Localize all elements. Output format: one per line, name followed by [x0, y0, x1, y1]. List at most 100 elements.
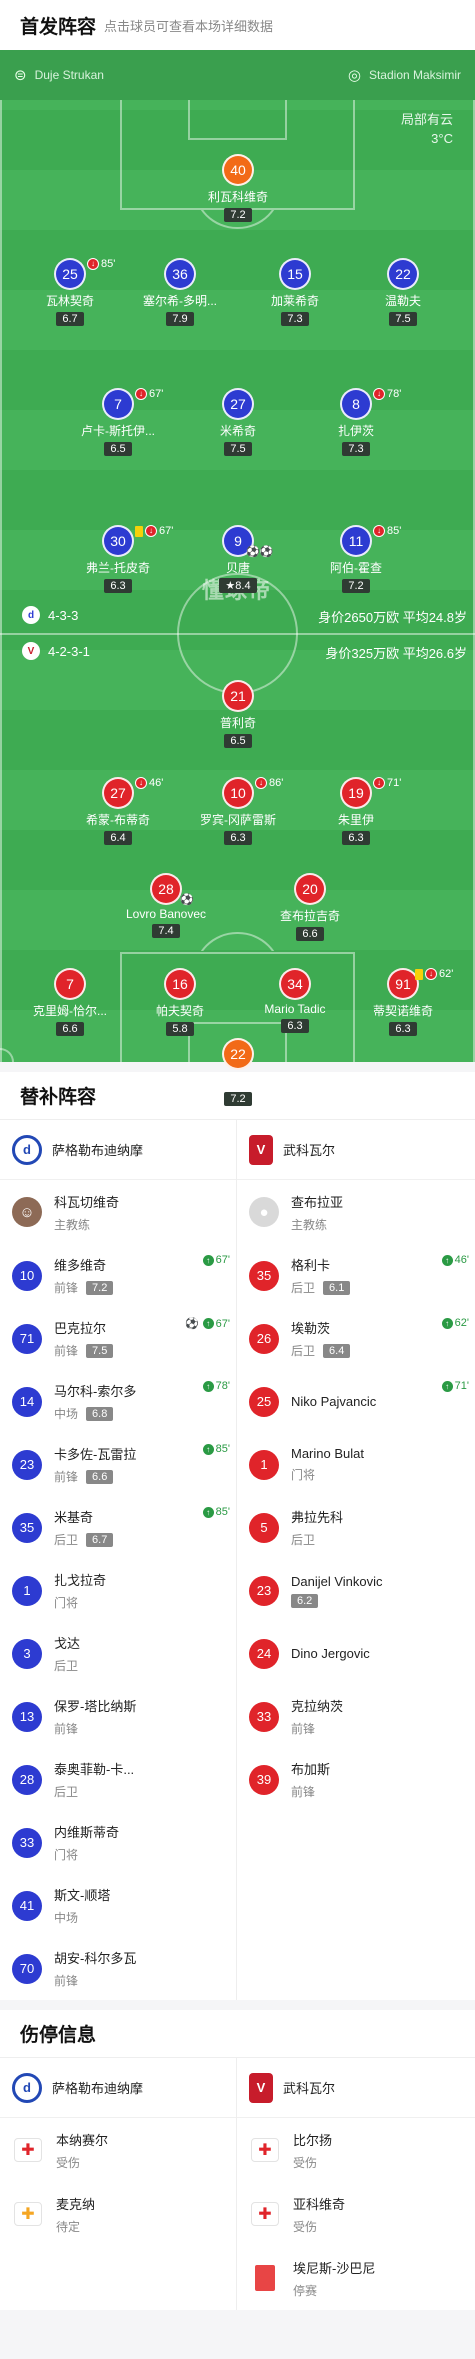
player-rating: 6.4: [104, 831, 132, 845]
away-player[interactable]: 21 普利奇 6.5: [188, 680, 288, 749]
sub-player[interactable]: 35 格利卡 后卫 6.1 ↑ 46': [237, 1244, 475, 1307]
player-rating: 7.2: [224, 208, 252, 222]
sub-player[interactable]: 10 维多维奇 前锋 7.2 ↑ 67': [0, 1244, 236, 1307]
sub-player[interactable]: 26 埃勒茨 后卫 6.4 ↑ 62': [237, 1307, 475, 1370]
sub-player[interactable]: 39 布加斯 前锋: [237, 1748, 475, 1811]
home-player[interactable]: 22 温勒夫 7.5: [353, 258, 453, 327]
lineup-title: 首发阵容: [20, 16, 97, 38]
player-name: 帕夫契奇: [155, 1004, 204, 1018]
home-team-row[interactable]: d 萨格勒布迪纳摩: [0, 1120, 236, 1180]
injury-item[interactable]: ✚ 比尔扬 受伤: [237, 2118, 475, 2182]
sub-in-icon: ↑: [202, 1254, 214, 1266]
sub-player[interactable]: 5 弗拉先科 后卫: [237, 1496, 475, 1559]
away-crest-icon: V: [22, 642, 40, 660]
sub-in-time: ↑ 46': [441, 1254, 469, 1266]
home-team-row[interactable]: d 萨格勒布迪纳摩: [0, 2058, 236, 2118]
injury-item[interactable]: ✚ 麦克纳 待定: [0, 2182, 236, 2246]
sub-number: 1: [249, 1449, 279, 1480]
away-player[interactable]: 28 ⚽ Lovro Banovec 7.4: [116, 873, 216, 939]
sub-out-icon: ↓: [425, 968, 437, 980]
sub-player[interactable]: 33 克拉纳茨 前锋: [237, 1685, 475, 1748]
sub-player[interactable]: 28 泰奥菲勒-卡... 后卫: [0, 1748, 236, 1811]
sub-name: 布加斯: [291, 1762, 331, 1777]
sub-player[interactable]: 3 戈达 后卫: [0, 1622, 236, 1685]
home-player[interactable]: 15 加莱希奇 7.3: [245, 258, 345, 327]
sub-name: 卡多佐-瓦雷拉: [54, 1447, 137, 1462]
sub-player[interactable]: 35 米基奇 后卫 6.7 ↑ 85': [0, 1496, 236, 1559]
sub-player[interactable]: 14 马尔科-索尔多 中场 6.8 ↑ 78': [0, 1370, 236, 1433]
sub-info: Dino Jergovic: [291, 1646, 463, 1661]
injury-item[interactable]: ✚ 亚科维奇 受伤: [237, 2182, 475, 2246]
home-player[interactable]: 27 米希奇 7.5: [188, 388, 288, 457]
sub-out-icon: ↓: [373, 525, 385, 537]
away-player[interactable]: 91 ↓ 62' 蒂契诺维奇 6.3: [353, 968, 453, 1037]
sub-info: 胡安-科尔多瓦 前锋: [54, 1948, 224, 1989]
away-player[interactable]: 20 查布拉吉奇 6.6: [260, 873, 360, 942]
home-player[interactable]: 9 ⚽⚽ 贝唐 ★8.4: [188, 525, 288, 594]
sub-info: 扎戈拉奇 门将: [54, 1570, 224, 1611]
home-player[interactable]: 30 ↓ 67' 弗兰-托皮奇 6.3: [68, 525, 173, 594]
away-team-row[interactable]: V 武科瓦尔: [237, 2058, 475, 2118]
away-team-row[interactable]: V 武科瓦尔: [237, 1120, 475, 1180]
away-player[interactable]: 10 ↓ 86' 罗宾-冈萨雷斯 6.3: [188, 777, 288, 846]
sub-player[interactable]: 23 Danijel Vinkovic 6.2: [237, 1559, 475, 1622]
away-player[interactable]: 16 帕夫契奇 5.8: [130, 968, 230, 1037]
sub-player[interactable]: 25 Niko Pajvancic ↑ 71': [237, 1370, 475, 1433]
sub-position: 后卫: [54, 1533, 79, 1547]
sub-player[interactable]: 41 斯文-顺塔 中场: [0, 1874, 236, 1937]
away-player[interactable]: 22 平托尔 7.2: [188, 1038, 288, 1107]
player-name: 瓦林契奇: [45, 294, 94, 308]
sub-name: 克拉纳茨: [291, 1699, 344, 1714]
home-player[interactable]: 11 ↓ 85' 阿伯-霍查 7.2: [306, 525, 406, 594]
sub-info: 布加斯 前锋: [291, 1759, 463, 1800]
goal-ball-icon: ⚽: [180, 894, 194, 906]
away-player[interactable]: 7 克里姆-恰尔... 6.6: [20, 968, 120, 1037]
sub-player[interactable]: 13 保罗-塔比纳斯 前锋: [0, 1685, 236, 1748]
dinamo-crest-icon: d: [12, 2072, 42, 2103]
away-injuries: V 武科瓦尔 ✚ 比尔扬 受伤 ✚ 亚科维奇 受伤 埃尼斯-沙巴尼 停赛: [237, 2058, 475, 2310]
injury-info: 埃尼斯-沙巴尼 停赛: [293, 2258, 461, 2299]
player-rating: 6.3: [104, 579, 132, 593]
sub-player[interactable]: 70 胡安-科尔多瓦 前锋: [0, 1937, 236, 2000]
sub-position: 前锋: [291, 1722, 316, 1736]
away-player[interactable]: 34 Mario Tadic 6.3: [245, 968, 345, 1034]
player-rating: 6.3: [389, 1022, 417, 1036]
sub-player[interactable]: 23 卡多佐-瓦雷拉 前锋 6.6 ↑ 85': [0, 1433, 236, 1496]
sub-position: 后卫: [54, 1785, 79, 1799]
player-event: ↓ 78': [373, 388, 401, 400]
player-name: 利瓦科维奇: [207, 190, 268, 204]
home-player[interactable]: 36 塞尔希-多明... 7.9: [130, 258, 230, 327]
home-player[interactable]: 7 ↓ 67' 卢卡-斯托伊... 6.5: [68, 388, 168, 457]
sub-in-icon: ↑: [441, 1317, 453, 1329]
injury-item[interactable]: ✚ 本纳赛尔 受伤: [0, 2118, 236, 2182]
sub-player[interactable]: 1 Marino Bulat 门将: [237, 1433, 475, 1496]
away-player[interactable]: 19 ↓ 71' 朱里伊 6.3: [306, 777, 406, 846]
sub-rating: 6.8: [86, 1406, 114, 1421]
away-coach[interactable]: ● 查布拉亚 主教练: [237, 1180, 475, 1244]
sub-position: 后卫: [291, 1533, 316, 1547]
sub-position: 前锋: [54, 1344, 79, 1358]
sub-position: 后卫: [291, 1344, 316, 1358]
away-team-name: 武科瓦尔: [283, 2081, 336, 2096]
away-player[interactable]: 27 ↓ 46' 希蒙-布蒂奇 6.4: [68, 777, 168, 846]
sub-player[interactable]: 33 内维斯蒂奇 门将: [0, 1811, 236, 1874]
injury-item[interactable]: 埃尼斯-沙巴尼 停赛: [237, 2246, 475, 2310]
sub-player[interactable]: 1 扎戈拉奇 门将: [0, 1559, 236, 1622]
player-number: 30: [102, 525, 134, 557]
sub-name: 保罗-塔比纳斯: [54, 1699, 137, 1714]
sub-player[interactable]: 71 巴克拉尔 前锋 7.5 ⚽ ↑ 67': [0, 1307, 236, 1370]
stadium-icon: ◎: [347, 67, 361, 84]
home-player[interactable]: 40 利瓦科维奇 7.2: [188, 154, 288, 223]
player-number: 16: [164, 968, 196, 1000]
coach-avatar: ☺: [12, 1197, 42, 1227]
sub-number: 23: [12, 1449, 42, 1480]
medical-kit-icon: ✚: [251, 2138, 279, 2162]
sub-info: Marino Bulat 门将: [291, 1446, 463, 1483]
player-name: 加莱希奇: [270, 294, 319, 308]
home-player[interactable]: 8 ↓ 78' 扎伊茨 7.3: [306, 388, 406, 457]
goal-ball-icon: ⚽⚽: [246, 546, 274, 558]
sub-position: 中场: [54, 1407, 79, 1421]
home-coach[interactable]: ☺ 科瓦切维奇 主教练: [0, 1180, 236, 1244]
sub-player[interactable]: 24 Dino Jergovic: [237, 1622, 475, 1685]
home-player[interactable]: 25 ↓ 85' 瓦林契奇 6.7: [20, 258, 120, 327]
